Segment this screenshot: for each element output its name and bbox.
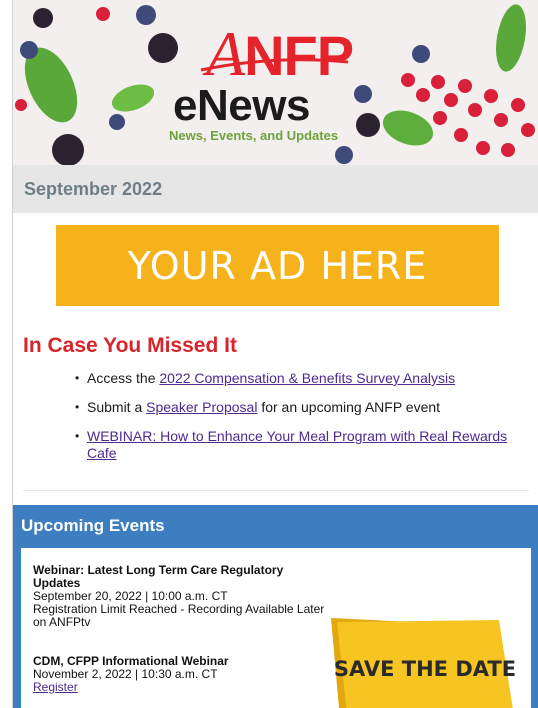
list-item: Submit a Speaker Proposal for an upcomin… (75, 399, 525, 416)
ad-label: YOUR AD HERE (127, 243, 428, 288)
event-date: November 2, 2022 | 10:30 a.m. CT (33, 667, 218, 681)
register-link[interactable]: Register (33, 680, 78, 694)
email-frame: ANFP eNews News, Events, and Updates Sep… (12, 0, 538, 708)
survey-analysis-link[interactable]: 2022 Compensation & Benefits Survey Anal… (159, 370, 455, 386)
ad-banner[interactable]: YOUR AD HERE (56, 225, 499, 306)
section-title-events: Upcoming Events (21, 516, 165, 535)
speaker-proposal-link[interactable]: Speaker Proposal (146, 399, 257, 415)
list-item-text: for an upcoming ANFP event (257, 399, 441, 415)
events-panel: Webinar: Latest Long Term Care Regulator… (21, 548, 531, 708)
event-title: Webinar: Latest Long Term Care Regulator… (33, 563, 284, 590)
missed-list: Access the 2022 Compensation & Benefits … (75, 370, 525, 474)
event-item: Webinar: Latest Long Term Care Regulator… (33, 564, 333, 629)
event-note: Registration Limit Reached - Recording A… (33, 602, 325, 629)
save-the-date-graphic: SAVE THE DATE (331, 618, 516, 708)
webinar-link[interactable]: WEBINAR: How to Enhance Your Meal Progra… (87, 428, 507, 461)
list-item-text: Submit a (87, 399, 147, 415)
save-the-date-text: SAVE THE DATE (334, 657, 516, 681)
list-item: Access the 2022 Compensation & Benefits … (75, 370, 525, 387)
brand-logo: ANFP (206, 18, 354, 89)
section-title-missed: In Case You Missed It (23, 334, 237, 357)
list-item: WEBINAR: How to Enhance Your Meal Progra… (75, 428, 525, 462)
divider (23, 490, 529, 491)
list-item-text: Access the (87, 370, 160, 386)
event-item: CDM, CFPP Informational Webinar November… (33, 655, 333, 694)
issue-date-bar: September 2022 (13, 165, 538, 213)
header-banner: ANFP eNews News, Events, and Updates (13, 0, 538, 165)
issue-date: September 2022 (24, 179, 163, 199)
product-name: eNews (173, 81, 310, 130)
tagline: News, Events, and Updates (169, 128, 339, 143)
upcoming-events-section: Upcoming Events Webinar: Latest Long Ter… (13, 505, 538, 708)
